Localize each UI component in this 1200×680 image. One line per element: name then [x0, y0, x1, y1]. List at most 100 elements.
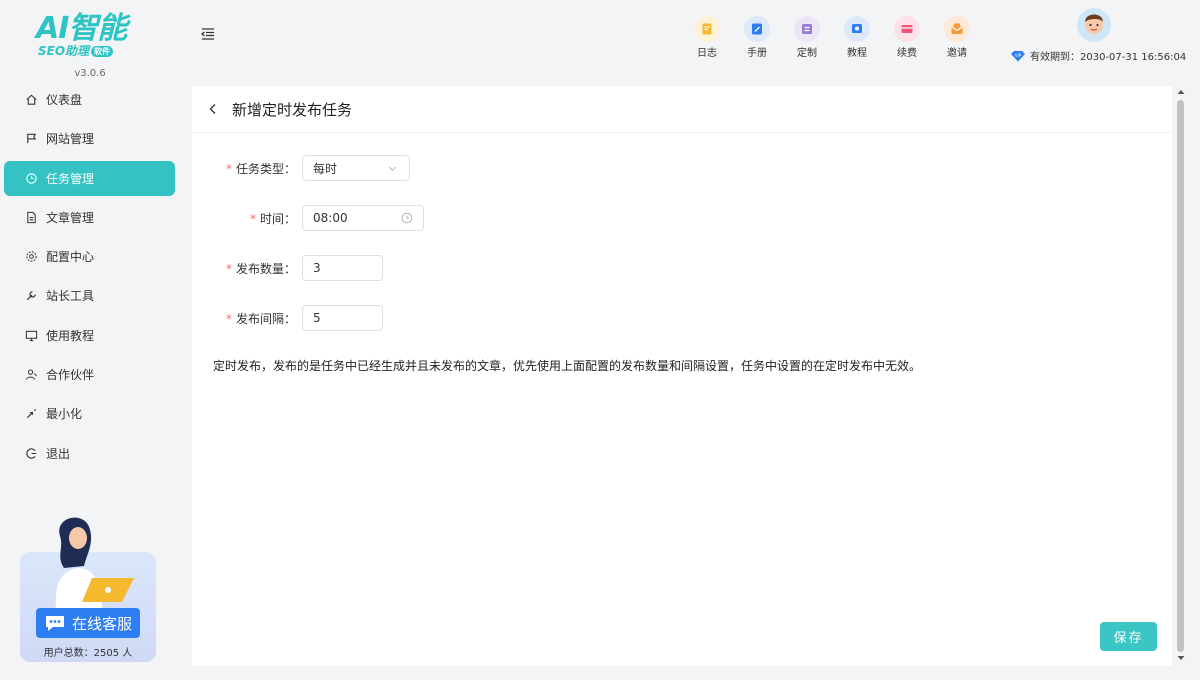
toolbar-invite-button[interactable]: 邀请	[937, 16, 977, 59]
publish-interval-input[interactable]: 5	[302, 305, 383, 331]
app-logo: AI智能 SEO助理 软件	[30, 12, 150, 68]
sidebar-item-label: 文章管理	[46, 210, 95, 225]
form-row-publish-interval: * 发布间隔： 5	[192, 305, 383, 331]
logo-sub-label: SEO助理	[38, 44, 90, 58]
publish-count-value: 3	[313, 261, 321, 275]
toolbar-label: 定制	[797, 48, 817, 59]
required-mark: *	[225, 161, 232, 176]
form-row-time: * 时间： 08:00	[192, 205, 424, 231]
toolbar-renew-button[interactable]: 续费	[887, 16, 927, 59]
time-label: 时间：	[259, 211, 296, 226]
logo-badge: 软件	[91, 46, 114, 57]
publish-count-input[interactable]: 3	[302, 255, 383, 281]
wrench-icon	[24, 289, 38, 303]
support-agent-illustration	[55, 517, 134, 608]
toolbar-label: 邀请	[947, 48, 967, 59]
flag-icon	[24, 132, 38, 146]
required-mark: *	[225, 311, 232, 326]
logo-sub-text: SEO助理 软件	[38, 42, 114, 59]
sidebar-item-label: 站长工具	[46, 289, 95, 304]
chat-bubble-icon	[45, 616, 64, 631]
logo-main-text: AI智能	[36, 11, 127, 46]
vip-expiry-text: 有效期到：2030-07-31 16:56:04	[1030, 52, 1187, 63]
clock-icon	[24, 171, 38, 185]
toolbar-label: 教程	[847, 48, 867, 59]
scroll-up-arrow-icon[interactable]	[1176, 88, 1186, 96]
form-label: * 任务类型：	[192, 160, 302, 177]
custom-icon	[794, 16, 820, 42]
toolbar-manual-button[interactable]: 手册	[737, 16, 777, 59]
document-icon	[24, 210, 38, 224]
renew-icon	[894, 16, 920, 42]
gear-icon	[24, 250, 38, 264]
sidebar-item-label: 合作伙伴	[46, 368, 95, 383]
sidebar-item-config[interactable]: 配置中心	[4, 239, 175, 274]
sidebar-item-sites[interactable]: 网站管理	[4, 121, 175, 156]
sidebar-item-label: 任务管理	[46, 171, 95, 186]
sidebar-item-minimize[interactable]: 最小化	[4, 396, 175, 431]
partner-icon	[24, 368, 38, 382]
page-title: 新增定时发布任务	[232, 100, 353, 119]
schedule-note: 定时发布，发布的是任务中已经生成并且未发布的文章，优先使用上面配置的发布数量和间…	[213, 359, 922, 373]
form-label: * 发布数量：	[192, 260, 302, 277]
scroll-down-arrow-icon[interactable]	[1176, 654, 1186, 662]
sidebar-item-label: 最小化	[46, 407, 83, 422]
vip-expiry: VIP 有效期到：2030-07-31 16:56:04	[1010, 48, 1186, 63]
sidebar-item-partners[interactable]: 合作伙伴	[4, 357, 175, 392]
time-value: 08:00	[313, 211, 348, 225]
scroll-thumb[interactable]	[1177, 100, 1184, 652]
publish-interval-label: 发布间隔：	[235, 311, 296, 326]
log-icon	[694, 16, 720, 42]
app-version: v3.0.6	[74, 68, 106, 79]
invite-icon	[944, 16, 970, 42]
sidebar-item-logout[interactable]: 退出	[4, 436, 175, 471]
main-panel: 新增定时发布任务 * 任务类型： 每时 * 时间： 08:00 * 发布数量： 3	[192, 86, 1172, 666]
sidebar-item-tools[interactable]: 站长工具	[4, 278, 175, 313]
task-type-label: 任务类型：	[235, 161, 296, 176]
tutorial-icon	[844, 16, 870, 42]
sidebar-item-label: 仪表盘	[46, 93, 83, 107]
svg-text:VIP: VIP	[1015, 52, 1022, 57]
toolbar-custom-button[interactable]: 定制	[787, 16, 827, 59]
sidebar-item-tutorial[interactable]: 使用教程	[4, 318, 175, 353]
monitor-icon	[24, 328, 38, 342]
form-row-task-type: * 任务类型： 每时	[192, 155, 410, 181]
sidebar-item-label: 退出	[46, 446, 71, 461]
toolbar-label: 手册	[747, 48, 767, 59]
collapse-menu-icon[interactable]	[200, 26, 216, 42]
online-support-button[interactable]: 在线客服	[36, 608, 140, 638]
publish-count-label: 发布数量：	[235, 261, 296, 276]
sidebar-menu: 仪表盘 网站管理 任务管理 文章管理 配置中心 站长工具 使用教程 合作伙伴 最…	[4, 82, 175, 475]
toolbar-tutorial-button[interactable]: 教程	[837, 16, 877, 59]
form-row-publish-count: * 发布数量： 3	[192, 255, 383, 281]
required-mark: *	[225, 261, 232, 276]
sidebar-item-dashboard[interactable]: 仪表盘	[4, 82, 175, 117]
task-type-value: 每时	[313, 161, 338, 176]
user-avatar[interactable]	[1077, 8, 1111, 42]
task-type-select[interactable]: 每时	[302, 155, 410, 181]
support-card: 在线客服 用户总数：2505 人	[20, 517, 156, 662]
manual-icon	[744, 16, 770, 42]
required-mark: *	[249, 211, 256, 226]
sidebar-item-articles[interactable]: 文章管理	[4, 200, 175, 235]
form-label: * 发布间隔：	[192, 310, 302, 327]
toolbar-log-button[interactable]: 日志	[687, 16, 727, 59]
sidebar-item-label: 网站管理	[46, 132, 95, 147]
sidebar-item-label: 配置中心	[46, 250, 95, 265]
publish-interval-value: 5	[313, 311, 321, 325]
save-button[interactable]: 保存	[1100, 622, 1157, 651]
toolbar-label: 日志	[697, 48, 717, 59]
sidebar-item-tasks[interactable]: 任务管理	[4, 160, 175, 196]
time-picker[interactable]: 08:00	[302, 205, 424, 231]
vip-diamond-icon: VIP	[1011, 50, 1025, 61]
sidebar-item-label: 使用教程	[46, 328, 95, 343]
top-bar: 日志 手册 定制 教程 续费 邀请 VIP 有效期到：2030-07-31 16…	[180, 0, 1200, 85]
back-arrow-icon[interactable]	[206, 102, 220, 116]
chevron-down-icon	[387, 162, 399, 174]
support-label: 在线客服	[71, 614, 132, 633]
minimize-icon	[24, 407, 38, 421]
clock-icon	[401, 212, 413, 224]
scrollbar[interactable]	[1175, 86, 1187, 666]
sidebar: AI智能 SEO助理 软件 v3.0.6 仪表盘 网站管理 任务管理 文章管理 …	[0, 0, 180, 680]
panel-header: 新增定时发布任务	[192, 86, 1172, 133]
